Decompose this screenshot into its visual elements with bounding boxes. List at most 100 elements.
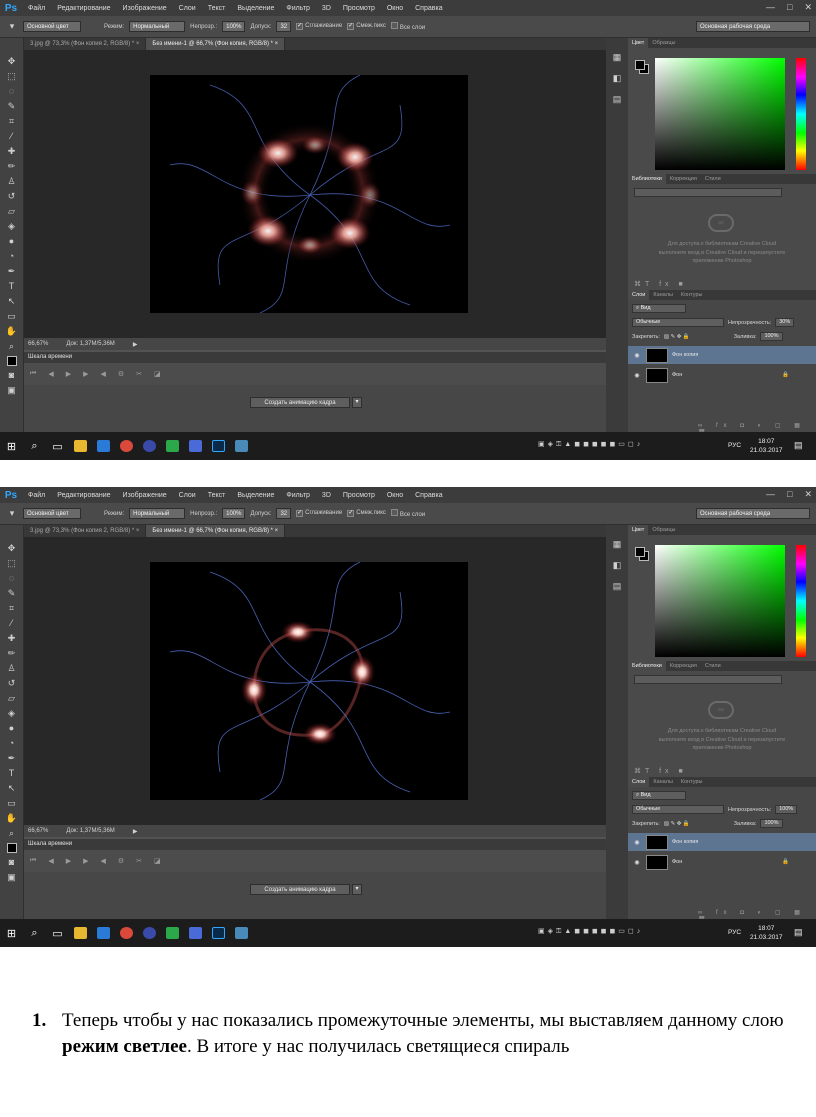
prev-frame-icon[interactable]: ◀ <box>48 857 53 865</box>
transition-icon[interactable]: ◪ <box>154 857 161 865</box>
prev-frame-icon[interactable]: ◀ <box>48 370 53 378</box>
menu-filter[interactable]: Фильтр <box>280 492 316 499</box>
blur-tool-icon[interactable]: ● <box>6 236 18 247</box>
type-tool-icon[interactable]: T <box>6 281 18 292</box>
paint-bucket-tool-icon[interactable]: ◈ <box>6 708 18 719</box>
status-arrow-icon[interactable]: ▶ <box>133 828 138 835</box>
marquee-tool-icon[interactable]: ⬚ <box>6 71 18 82</box>
tab-swatches[interactable]: Образцы <box>648 525 679 535</box>
tab-styles[interactable]: Стили <box>701 174 725 184</box>
fill-source-select[interactable]: Основной цвет <box>23 21 81 32</box>
transition-icon[interactable]: ◪ <box>154 370 161 378</box>
layer-row[interactable]: ◉ Фон копия <box>628 833 816 851</box>
tab-channels[interactable]: Каналы <box>649 777 677 787</box>
eraser-tool-icon[interactable]: ▱ <box>6 693 18 704</box>
dodge-tool-icon[interactable]: ◔ <box>6 251 18 262</box>
search-icon[interactable]: ⌕ <box>23 919 46 947</box>
path-select-tool-icon[interactable]: ↖ <box>6 296 18 307</box>
menu-file[interactable]: Файл <box>22 492 51 499</box>
system-tray-icons[interactable]: ▣◈⚿▲◼◼◼◼◼▭◻♪ <box>538 440 643 449</box>
settings-icon[interactable]: ⚙ <box>118 370 124 378</box>
healing-tool-icon[interactable]: ✚ <box>6 146 18 157</box>
chrome-icon[interactable] <box>115 919 138 947</box>
menu-3d[interactable]: 3D <box>316 5 337 12</box>
close-button[interactable]: ✕ <box>804 2 812 13</box>
zoom-tool-icon[interactable]: ⌕ <box>6 341 18 352</box>
app-icon[interactable] <box>230 919 253 947</box>
scissors-icon[interactable]: ✂ <box>136 370 142 378</box>
menu-select[interactable]: Выделение <box>231 5 280 12</box>
quick-select-tool-icon[interactable]: ✎ <box>6 588 18 599</box>
foreground-color-swatch[interactable] <box>6 843 17 853</box>
tab-color[interactable]: Цвет <box>628 525 649 535</box>
blur-tool-icon[interactable]: ● <box>6 723 18 734</box>
tab-layers[interactable]: Слои <box>628 290 650 300</box>
tab-libraries[interactable]: Библиотеки <box>628 661 666 671</box>
menu-text[interactable]: Текст <box>202 492 232 499</box>
layer-row[interactable]: ◉ Фон 🔒 <box>628 853 816 871</box>
document-canvas[interactable] <box>150 75 468 313</box>
status-arrow-icon[interactable]: ▶ <box>133 341 138 348</box>
audio-icon[interactable]: ◀ <box>100 370 105 378</box>
zoom-level[interactable]: 66,67% <box>28 828 48 834</box>
language-indicator[interactable]: РУС <box>728 442 741 449</box>
menu-image[interactable]: Изображение <box>117 492 173 499</box>
menu-view[interactable]: Просмотр <box>337 5 381 12</box>
hue-slider[interactable] <box>796 58 806 170</box>
brush-tool-icon[interactable]: ✏ <box>6 161 18 172</box>
settings-icon[interactable]: ⚙ <box>118 857 124 865</box>
system-tray-icons[interactable]: ▣◈⚿▲◼◼◼◼◼▭◻♪ <box>538 927 643 936</box>
menu-file[interactable]: Файл <box>22 5 51 12</box>
minimize-button[interactable]: — <box>766 489 775 500</box>
notification-icon[interactable]: ▤ <box>794 927 803 938</box>
library-footer-icons[interactable]: ⌘T fx ■ <box>634 767 687 775</box>
task-view-icon[interactable]: ▭ <box>46 919 69 947</box>
menu-help[interactable]: Справка <box>409 492 448 499</box>
fill-input[interactable]: 100% <box>760 332 783 341</box>
eye-icon[interactable]: ◉ <box>628 372 646 379</box>
clock[interactable]: 18:07 21.03.2017 <box>750 437 783 455</box>
menu-window[interactable]: Окно <box>381 5 409 12</box>
layer-filter-select[interactable]: ⌕ Вид <box>632 791 686 800</box>
file-explorer-icon[interactable] <box>69 919 92 947</box>
menu-view[interactable]: Просмотр <box>337 492 381 499</box>
menu-text[interactable]: Текст <box>202 5 232 12</box>
foreground-color-swatch[interactable] <box>635 60 645 70</box>
opacity-input[interactable]: 100% <box>222 508 246 519</box>
fill-source-select[interactable]: Основной цвет <box>23 508 81 519</box>
canvas-area[interactable] <box>24 50 606 338</box>
search-icon[interactable]: ⌕ <box>23 432 46 460</box>
canvas-area[interactable] <box>24 537 606 825</box>
first-frame-icon[interactable]: ⏮ <box>30 370 36 378</box>
tab-channels[interactable]: Каналы <box>649 290 677 300</box>
eye-icon[interactable]: ◉ <box>628 352 646 359</box>
crop-tool-icon[interactable]: ⌗ <box>6 603 18 614</box>
app-icon[interactable] <box>161 919 184 947</box>
app-icon[interactable] <box>230 432 253 460</box>
next-frame-icon[interactable]: ▶ <box>83 857 88 865</box>
create-frame-animation-button[interactable]: Создать анимацию кадра <box>250 397 350 408</box>
audio-icon[interactable]: ◀ <box>100 857 105 865</box>
pen-tool-icon[interactable]: ✒ <box>6 266 18 277</box>
menu-help[interactable]: Справка <box>409 5 448 12</box>
app-icon[interactable] <box>138 432 161 460</box>
photoshop-taskbar-icon[interactable] <box>207 432 230 460</box>
tab-paths[interactable]: Контуры <box>677 777 707 787</box>
library-select[interactable] <box>634 675 782 684</box>
chevron-down-icon[interactable]: ▾ <box>352 884 362 895</box>
close-icon[interactable]: × <box>136 41 140 47</box>
app-icon[interactable] <box>138 919 161 947</box>
history-brush-icon[interactable]: ↺ <box>6 191 18 202</box>
workspace-select[interactable]: Основная рабочая среда <box>696 508 810 519</box>
tab-layers[interactable]: Слои <box>628 777 650 787</box>
document-tab-1[interactable]: 3.jpg @ 73,3% (Фон копия 2, RGB/8) * × <box>24 38 147 50</box>
layer-row[interactable]: ◉ Фон копия <box>628 346 816 364</box>
properties-panel-icon[interactable]: ◧ <box>611 560 623 571</box>
tab-paths[interactable]: Контуры <box>677 290 707 300</box>
all-layers-checkbox[interactable]: Все слои <box>390 509 425 518</box>
minimize-button[interactable]: — <box>766 2 775 13</box>
tab-adjustments[interactable]: Коррекция <box>666 174 701 184</box>
layer-opacity-input[interactable]: 30% <box>775 318 795 327</box>
stamp-tool-icon[interactable]: ♙ <box>6 663 18 674</box>
path-select-tool-icon[interactable]: ↖ <box>6 783 18 794</box>
